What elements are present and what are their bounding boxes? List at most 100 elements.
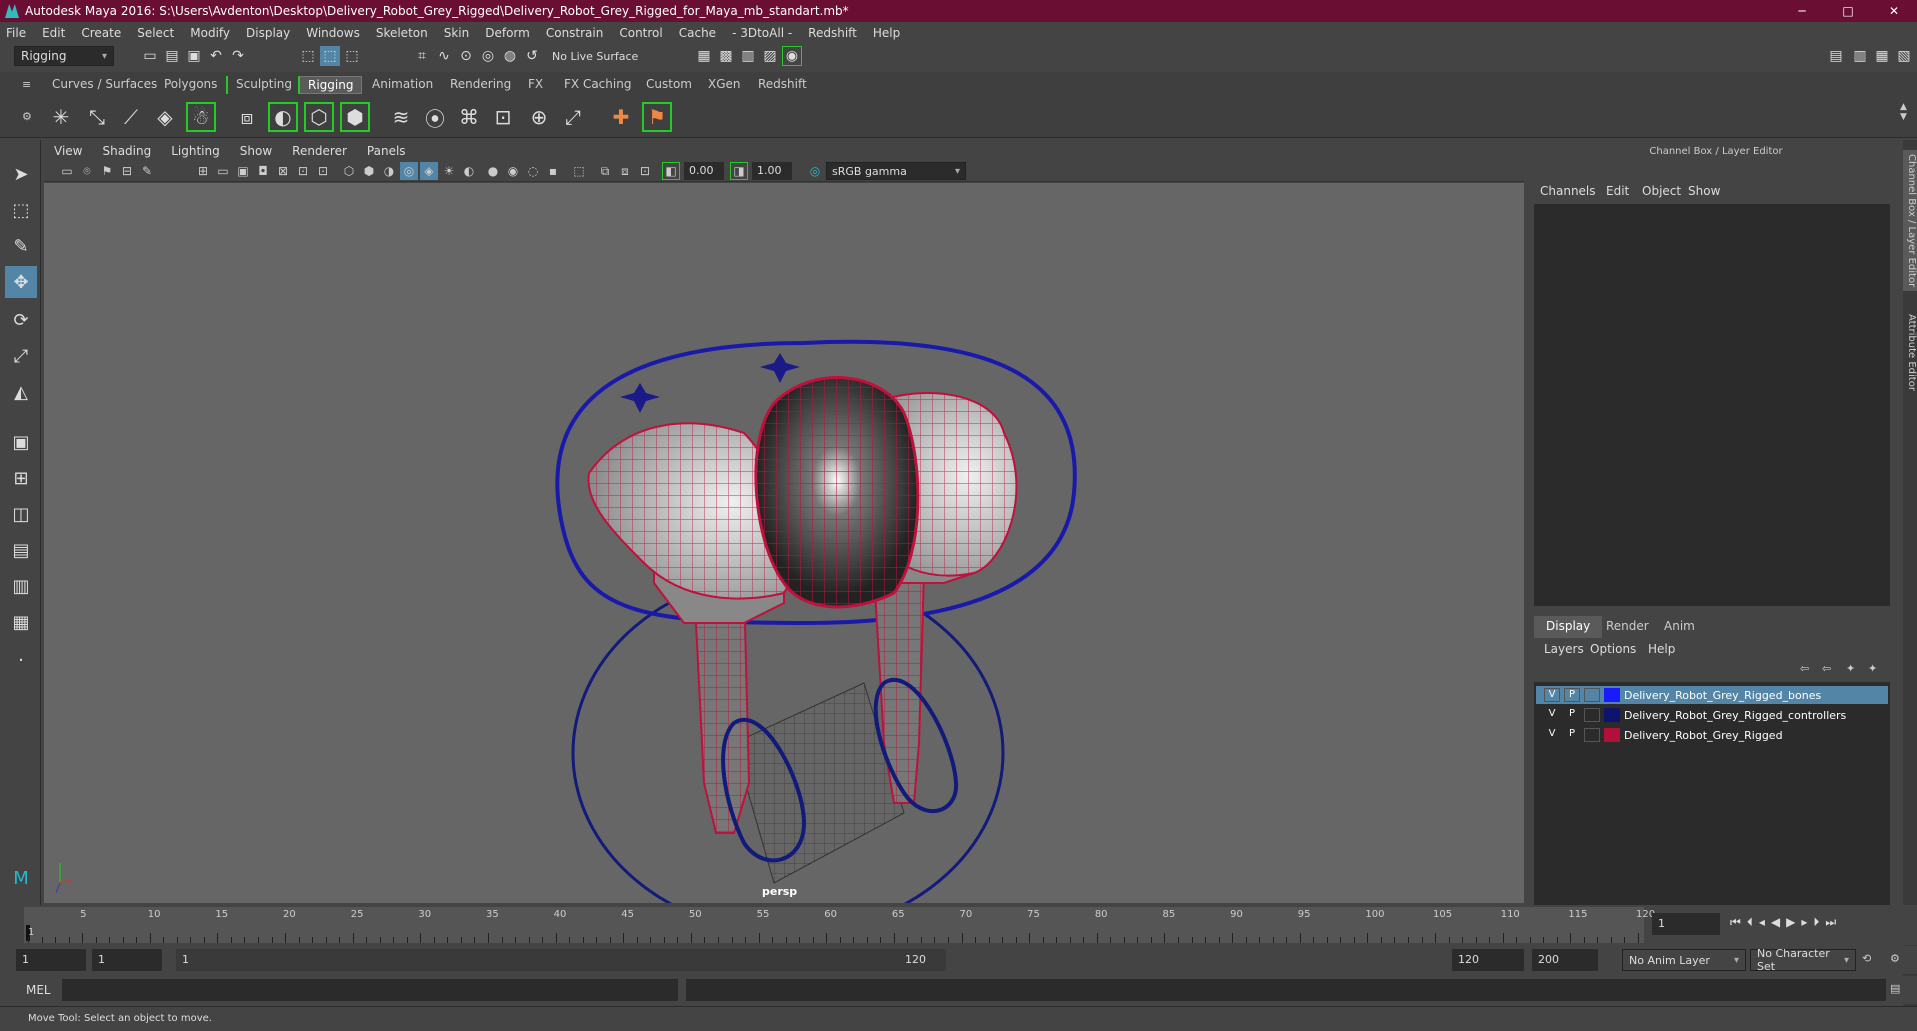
insert-joint-icon[interactable]: ◈ [150,102,180,132]
select-tool-icon[interactable]: ➤ [5,158,37,190]
smooth-bind-icon[interactable]: ⬡ [304,102,334,132]
field-chart-icon[interactable]: ⊠ [274,162,292,180]
depth-of-field-icon[interactable]: ▪ [544,162,562,180]
tab-redshift[interactable]: Redshift [750,76,815,94]
range-bar[interactable]: 1 120 [176,949,946,971]
outliner-layout-icon[interactable]: ▤ [5,534,37,566]
menu-edit[interactable]: Edit [42,26,65,40]
auto-key-icon[interactable]: ⟲ [1862,952,1871,965]
bind-skin-icon[interactable]: ◐ [268,102,298,132]
tab-anim[interactable]: Anim [1652,616,1707,638]
menu-file[interactable]: File [6,26,26,40]
tab-fx-caching[interactable]: FX Caching [556,76,639,94]
preferences-icon[interactable]: ⚙ [1890,952,1900,965]
close-button[interactable]: ✕ [1871,4,1917,18]
menu-cache[interactable]: Cache [679,26,716,40]
image-plane-icon[interactable]: ⊟ [118,162,136,180]
rotate-tool-icon[interactable]: ⟳ [5,304,37,336]
menu-control[interactable]: Control [619,26,662,40]
shadows-icon[interactable]: ◐ [460,162,478,180]
lattice-icon[interactable]: ⌘ [454,102,484,132]
live-surface-label[interactable]: No Live Surface [552,50,638,63]
character-set-dropdown[interactable]: No Character Set [1750,947,1856,973]
snap-surface-icon[interactable]: ◍ [500,46,520,66]
snap-view-icon[interactable]: ◎ [478,46,498,66]
script-layout-icon[interactable]: ▦ [5,606,37,638]
smooth-shade-icon[interactable]: ⬢ [360,162,378,180]
move-tool-icon[interactable]: ✥ [5,266,37,298]
lasso-tool-icon[interactable]: ⬚ [5,194,37,226]
tab-fx[interactable]: FX [520,76,551,94]
history-icon[interactable]: ↺ [522,46,542,66]
snap-grid-icon[interactable]: ⌗ [412,46,432,66]
skeleton-icon[interactable]: ⧈ [232,102,262,132]
step-back-key-icon[interactable]: ⏴ [1747,915,1759,929]
anim-layer-dropdown[interactable]: No Anim Layer [1622,949,1746,971]
anti-alias-icon[interactable]: ◌ [524,162,542,180]
start-frame-field[interactable]: 1 [16,949,86,971]
tab-sculpting[interactable]: Sculpting [226,76,300,94]
layer-color-swatch[interactable] [1604,728,1620,742]
use-lights-icon[interactable]: ☀ [440,162,458,180]
redo-icon[interactable]: ↷ [228,46,248,66]
four-pane-layout-icon[interactable]: ⊞ [5,462,37,494]
gamma-field[interactable]: 1.00 [752,162,792,180]
menu-3dtoall[interactable]: - 3DtoAll - [732,26,792,40]
go-to-end-icon[interactable]: ⏭ [1825,915,1842,929]
cb-menu-object[interactable]: Object [1642,184,1681,198]
go-to-start-icon[interactable]: ⏮ [1730,915,1747,929]
two-pane-layout-icon[interactable]: ◫ [5,498,37,530]
wrap-icon[interactable]: ⊡ [488,102,518,132]
menu-windows[interactable]: Windows [306,26,360,40]
wireframe-icon[interactable]: ⬡ [340,162,358,180]
layer-color-swatch[interactable] [1604,688,1620,702]
tab-polygons[interactable]: Polygons [156,76,225,94]
tab-rigging[interactable]: Rigging [298,76,363,94]
snap-point-icon[interactable]: ⊙ [456,46,476,66]
mel-label[interactable]: MEL [26,983,51,997]
menu-select[interactable]: Select [137,26,174,40]
paint-select-icon[interactable]: ✎ [5,230,37,262]
menu-display[interactable]: Display [246,26,290,40]
render-view-icon[interactable]: ▨ [760,46,780,66]
viewport-persp[interactable]: persp [44,183,1524,903]
point-constraint-icon[interactable]: ⊕ [524,102,554,132]
camera-select-icon[interactable]: ▭ [58,162,76,180]
menu-deform[interactable]: Deform [485,26,530,40]
layer-move-down-icon[interactable]: ⇦ [1822,662,1831,675]
cluster-icon[interactable]: ⦿ [420,102,450,132]
wireframe-on-shaded-icon[interactable]: ◎ [400,162,418,180]
layer-type-toggle[interactable] [1584,708,1600,722]
select-hierarchy-icon[interactable]: ⬚ [298,46,318,66]
layer-visibility-toggle[interactable]: V [1544,728,1560,742]
layer-visibility-toggle[interactable]: V [1544,708,1560,722]
parent-constraint-icon[interactable]: ✚ [606,102,636,132]
default-material-icon[interactable]: ◑ [380,162,398,180]
gate-mask-icon[interactable]: ◘ [254,162,272,180]
menu-skeleton[interactable]: Skeleton [376,26,428,40]
film-gate-icon[interactable]: ▭ [214,162,232,180]
custom-layout-icon[interactable]: · [5,644,37,676]
play-forward-icon[interactable]: ▶ [1786,915,1801,929]
blend-shape-icon[interactable]: ≋ [386,102,416,132]
workspace-layout-icon[interactable]: ▤ [1826,46,1846,66]
xray-active-icon[interactable]: ⧈ [616,162,634,180]
safe-action-icon[interactable]: ⊡ [294,162,312,180]
tab-render[interactable]: Render [1594,616,1661,638]
resolution-gate-icon[interactable]: ▣ [234,162,252,180]
new-layer-selected-icon[interactable]: ✦ [1868,662,1877,675]
play-backward-icon[interactable]: ◀ [1771,915,1786,929]
render-frame-icon[interactable]: ▩ [716,46,736,66]
joint-tool-icon[interactable]: ✳ [46,102,76,132]
quick-rig-icon[interactable]: ☃ [186,102,216,132]
side-tab-channel-box[interactable]: Channel Box / Layer Editor [1903,150,1917,292]
safe-title-icon[interactable]: ⊡ [314,162,332,180]
exposure-icon[interactable]: ◧ [662,162,680,180]
ipr-render-icon[interactable]: ▥ [738,46,758,66]
command-input[interactable] [62,979,678,1001]
layer-menu-help[interactable]: Help [1648,642,1675,656]
panel-menu-view[interactable]: View [54,144,82,158]
menu-set-dropdown[interactable]: Rigging [14,46,114,66]
shelf-scroll-icon[interactable]: ▲ ▼ [1900,102,1907,122]
color-management-icon[interactable]: ◎ [806,162,824,180]
